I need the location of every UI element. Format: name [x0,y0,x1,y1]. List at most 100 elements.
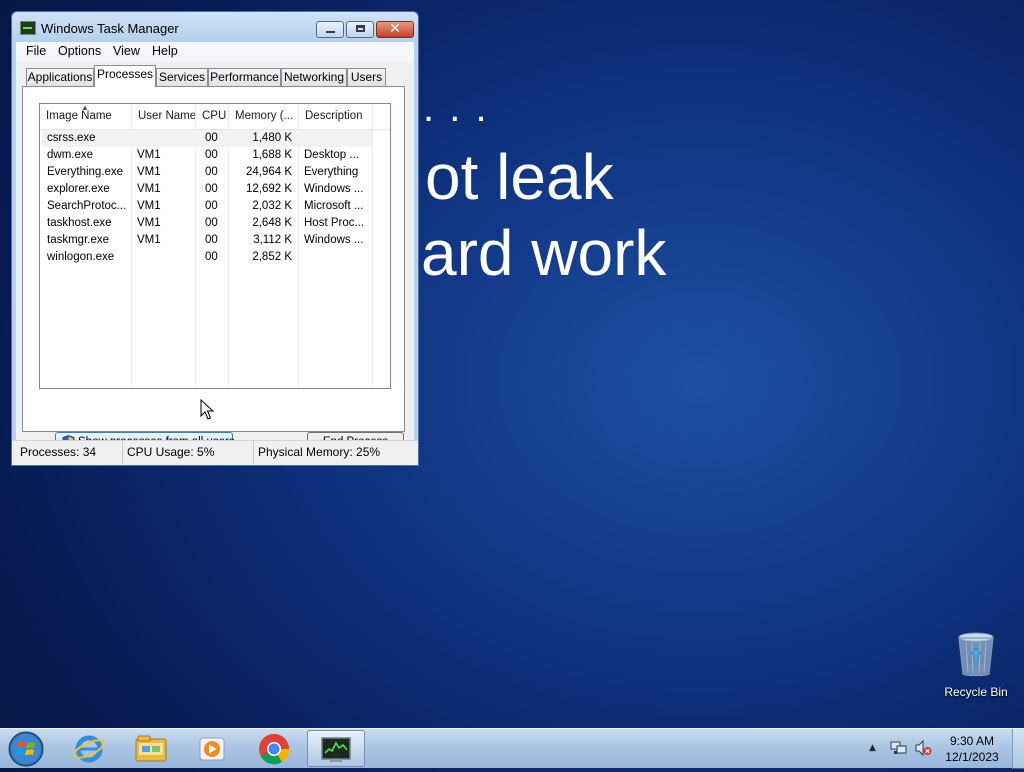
maximize-icon [356,25,365,32]
show-desktop-button[interactable] [1012,729,1024,769]
cell-user-name [137,249,193,266]
task-manager-window: Windows Task Manager ✕ File Options View… [11,11,419,466]
cell-cpu: 00 [205,132,218,144]
table-row[interactable]: Everything.exe VM1 00 24,964 K Everythin… [42,164,372,181]
close-icon: ✕ [389,21,401,37]
cell-description: Windows ... [304,234,364,246]
cell-user-name: VM1 [137,183,161,195]
column-header-user-name[interactable]: User Name [132,104,196,129]
cell-image-name: taskmgr.exe [47,234,109,246]
table-row[interactable]: taskmgr.exe VM1 00 3,112 K Windows ... [42,232,372,249]
column-divider [372,129,373,388]
status-processes-count: Processes: 34 [16,441,123,464]
table-row[interactable]: winlogon.exe 00 2,852 K [42,249,372,266]
task-manager-icon [20,21,36,35]
media-player-icon [199,737,225,761]
wallpaper-text-line-2: ard work [421,217,667,289]
cell-user-name: VM1 [137,149,161,161]
minimize-icon [326,31,335,33]
menu-bar: File Options View Help [16,42,414,62]
window-title: Windows Task Manager [41,21,179,36]
close-button[interactable]: ✕ [376,21,414,38]
maximize-button[interactable] [346,21,374,38]
cell-description [304,249,370,266]
status-bar: Processes: 34 CPU Usage: 5% Physical Mem… [12,440,418,465]
taskbar-file-explorer[interactable] [122,730,180,767]
tab-users[interactable]: Users [347,68,386,86]
wallpaper-dots: . . . [423,86,489,130]
taskbar: ▲ 9:30 AM 12/1/2023 [0,728,1024,769]
table-row[interactable]: explorer.exe VM1 00 12,692 K Windows ... [42,181,372,198]
recycle-bin[interactable]: Recycle Bin [940,630,1012,699]
cell-memory: 2,032 K [252,200,292,212]
table-row[interactable]: SearchProtoc... VM1 00 2,032 K Microsoft… [42,198,372,215]
cell-memory: 12,692 K [245,183,292,195]
cell-cpu: 00 [205,200,218,212]
cell-image-name: Everything.exe [47,166,124,178]
table-row[interactable]: taskhost.exe VM1 00 2,648 K Host Proc... [42,215,372,232]
show-hidden-icons-button[interactable]: ▲ [869,743,876,753]
cell-cpu: 00 [205,251,218,263]
cell-cpu: 00 [205,217,218,229]
wallpaper-text-line-1: ot leak [425,141,614,213]
cell-user-name: VM1 [137,166,161,178]
mouse-cursor-icon [200,399,214,420]
cell-memory: 1,688 K [252,149,292,161]
column-header-cpu[interactable]: CPU [196,104,229,129]
cell-memory: 3,112 K [253,234,292,246]
cell-image-name: explorer.exe [47,183,110,195]
cell-user-name: VM1 [137,200,161,212]
menu-options[interactable]: Options [58,44,101,58]
taskbar-media-player[interactable] [183,730,241,767]
window-client-area: Applications Processes Services Performa… [16,62,414,461]
taskbar-chrome[interactable] [245,730,303,767]
tab-processes[interactable]: Processes [94,65,156,87]
cell-cpu: 00 [205,183,218,195]
cell-user-name: VM1 [137,217,161,229]
recycle-bin-icon [958,632,994,677]
volume-muted-icon[interactable] [914,739,932,757]
table-row[interactable]: csrss.exe 00 1,480 K [42,130,372,147]
cell-description: Windows ... [304,183,364,195]
cell-image-name: taskhost.exe [47,217,112,229]
cell-cpu: 00 [205,149,218,161]
title-bar[interactable]: Windows Task Manager ✕ [12,12,418,42]
cell-user-name: VM1 [137,234,161,246]
cell-description: Microsoft ... [304,200,364,212]
internet-explorer-icon [73,735,105,763]
status-physical-memory: Physical Memory: 25% [258,445,381,459]
cell-description [304,130,370,147]
clock-date: 12/1/2023 [945,750,999,764]
cell-description: Everything [304,166,359,178]
cell-cpu: 00 [205,166,218,178]
cell-memory: 1,480 K [252,132,292,144]
processes-panel: ▲ Image Name User Name CPU Memory (... D… [22,86,405,452]
column-header-description[interactable]: Description [299,104,373,129]
column-header-image-name[interactable]: ▲ Image Name [40,104,132,129]
clock-time: 9:30 AM [949,734,995,748]
cell-description: Host Proc... [304,217,365,229]
minimize-button[interactable] [316,21,344,38]
taskbar-task-manager[interactable] [307,730,365,767]
cell-image-name: SearchProtoc... [47,200,127,212]
column-header-memory[interactable]: Memory (... [229,104,299,129]
table-row[interactable]: dwm.exe VM1 00 1,688 K Desktop ... [42,147,372,164]
menu-view[interactable]: View [113,44,140,58]
tab-networking[interactable]: Networking [281,68,347,86]
network-icon[interactable] [890,739,908,757]
tab-applications[interactable]: Applications [26,68,94,86]
cell-user-name [137,130,193,147]
sort-ascending-icon: ▲ [81,104,89,112]
file-explorer-icon [135,735,167,762]
tab-services[interactable]: Services [156,68,208,86]
system-clock[interactable]: 9:30 AM 12/1/2023 [938,733,1006,765]
menu-help[interactable]: Help [152,44,178,58]
tab-performance[interactable]: Performance [208,68,281,86]
process-list[interactable]: ▲ Image Name User Name CPU Memory (... D… [39,103,391,389]
start-button[interactable] [6,730,46,768]
cell-memory: 2,852 K [252,251,292,263]
taskbar-internet-explorer[interactable] [60,730,118,767]
cell-description: Desktop ... [304,149,359,161]
menu-file[interactable]: File [26,44,46,58]
recycle-bin-label: Recycle Bin [944,685,1008,699]
